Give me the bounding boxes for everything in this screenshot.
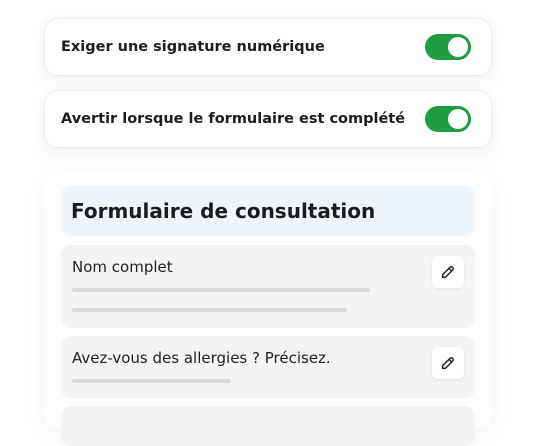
setting-require-signature: Exiger une signature numérique [44, 18, 492, 76]
form-field [61, 406, 475, 446]
edit-field-button[interactable] [432, 256, 464, 288]
field-label: Nom complet [72, 258, 173, 276]
require-signature-toggle[interactable] [425, 34, 471, 60]
notify-complete-toggle[interactable] [425, 106, 471, 132]
setting-label: Avertir lorsque le formulaire est complé… [61, 111, 406, 127]
pencil-icon [441, 357, 454, 370]
form-field: Avez-vous des allergies ? Précisez. [61, 336, 475, 398]
form-header: Formulaire de consultation [61, 186, 475, 236]
form-title: Formulaire de consultation [71, 199, 376, 223]
edit-field-button[interactable] [432, 347, 464, 379]
toggle-knob [448, 109, 468, 129]
form-panel: Formulaire de consultation Nom complet A… [44, 170, 492, 446]
answer-placeholder-line [72, 288, 370, 292]
answer-placeholder-line [72, 308, 347, 312]
answer-placeholder-line [72, 379, 231, 383]
setting-notify-complete: Avertir lorsque le formulaire est complé… [44, 90, 492, 148]
field-label: Avez-vous des allergies ? Précisez. [72, 349, 331, 367]
form-field: Nom complet [61, 245, 475, 328]
setting-label: Exiger une signature numérique [61, 39, 325, 55]
toggle-knob [448, 37, 468, 57]
pencil-icon [441, 266, 454, 279]
